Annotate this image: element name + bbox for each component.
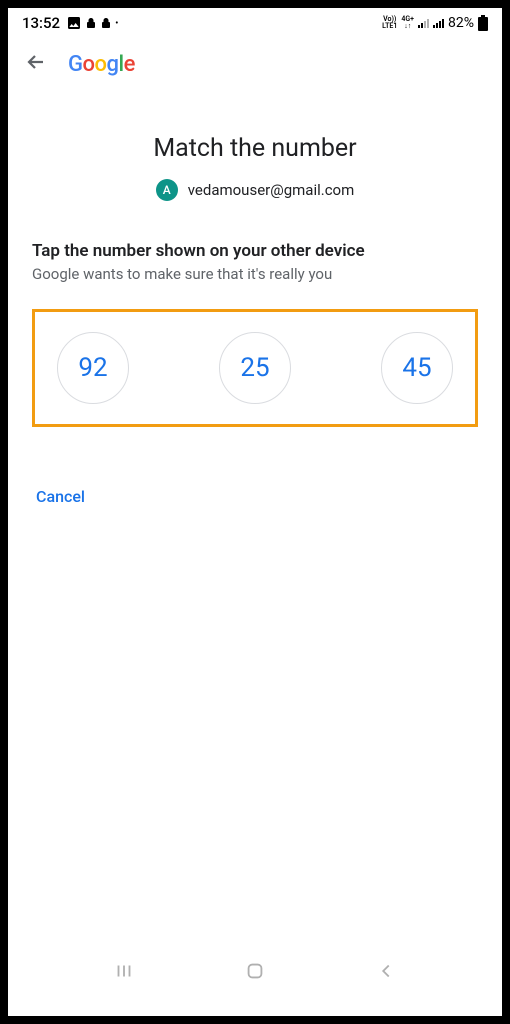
number-option-1[interactable]: 92 <box>57 332 129 404</box>
notification-icons: • <box>66 15 118 31</box>
battery-icon <box>478 15 488 31</box>
status-right: Vo)) LTE1 4G+ ↓↑ 82% <box>382 15 488 31</box>
avatar: A <box>156 179 178 201</box>
number-options-box: 92 25 45 <box>32 309 478 427</box>
signal-icon <box>418 19 429 28</box>
signal-icon <box>433 19 444 28</box>
system-nav-bar <box>8 940 502 1016</box>
main-content: Match the number A vedamouser@gmail.com … <box>8 86 502 940</box>
back-button[interactable] <box>375 960 397 986</box>
status-left: 13:52 • <box>22 14 118 32</box>
clock: 13:52 <box>22 14 60 32</box>
cancel-button[interactable]: Cancel <box>32 479 89 514</box>
page-title: Match the number <box>32 134 478 163</box>
network-4g-icon: 4G+ ↓↑ <box>401 16 414 30</box>
recents-button[interactable] <box>113 960 135 986</box>
battery-percentage: 82% <box>448 15 474 31</box>
lock-icon <box>100 16 112 30</box>
number-option-2[interactable]: 25 <box>219 332 291 404</box>
more-dot-icon: • <box>115 18 118 29</box>
phone-screen: 13:52 • Vo)) LTE1 4G+ ↓↑ <box>8 8 502 1016</box>
lock-icon <box>85 16 97 30</box>
google-logo: Google <box>68 52 135 77</box>
volte-icon: Vo)) LTE1 <box>382 16 397 30</box>
status-bar: 13:52 • Vo)) LTE1 4G+ ↓↑ <box>8 8 502 36</box>
account-identifier[interactable]: A vedamouser@gmail.com <box>32 179 478 201</box>
number-option-3[interactable]: 45 <box>381 332 453 404</box>
home-button[interactable] <box>244 960 266 986</box>
instruction-subtext: Google wants to make sure that it's real… <box>32 265 478 283</box>
app-bar: Google <box>8 36 502 86</box>
instruction-heading: Tap the number shown on your other devic… <box>32 241 478 261</box>
email-text: vedamouser@gmail.com <box>188 181 355 199</box>
back-button[interactable] <box>24 50 48 78</box>
picture-icon <box>66 15 82 31</box>
